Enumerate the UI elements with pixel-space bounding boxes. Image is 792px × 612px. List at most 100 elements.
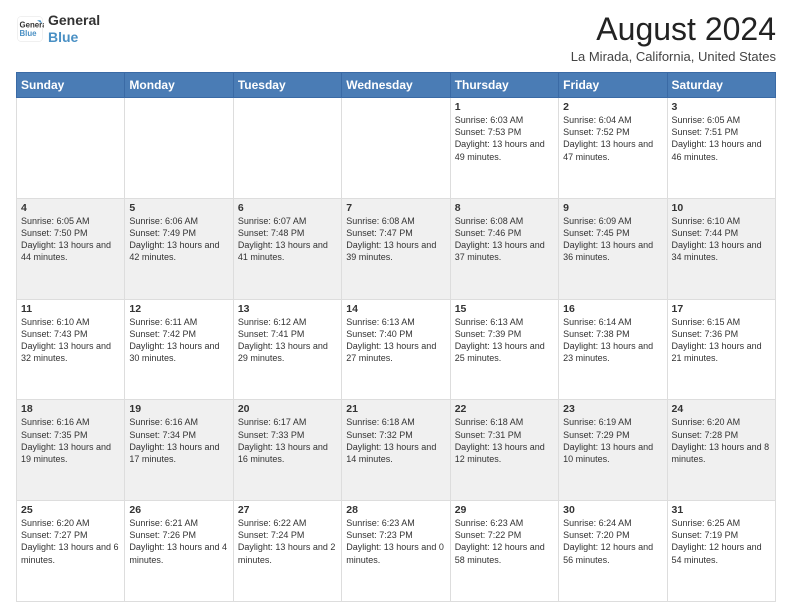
col-header-thursday: Thursday: [450, 73, 558, 98]
sunset-text: Sunset: 7:38 PM: [563, 328, 662, 340]
day-number: 14: [346, 303, 445, 315]
calendar-cell: 24Sunrise: 6:20 AMSunset: 7:28 PMDayligh…: [667, 400, 775, 501]
day-number: 27: [238, 504, 337, 516]
calendar-cell: 12Sunrise: 6:11 AMSunset: 7:42 PMDayligh…: [125, 299, 233, 400]
sunset-text: Sunset: 7:22 PM: [455, 529, 554, 541]
calendar-week-4: 18Sunrise: 6:16 AMSunset: 7:35 PMDayligh…: [17, 400, 776, 501]
daylight-text: Daylight: 13 hours and 8 minutes.: [672, 441, 771, 465]
col-header-friday: Friday: [559, 73, 667, 98]
day-number: 24: [672, 403, 771, 415]
day-detail: Sunrise: 6:17 AMSunset: 7:33 PMDaylight:…: [238, 416, 337, 465]
day-detail: Sunrise: 6:07 AMSunset: 7:48 PMDaylight:…: [238, 215, 337, 264]
header: General Blue General Blue August 2024 La…: [16, 12, 776, 64]
sunrise-text: Sunrise: 6:12 AM: [238, 316, 337, 328]
daylight-text: Daylight: 13 hours and 27 minutes.: [346, 340, 445, 364]
daylight-text: Daylight: 13 hours and 41 minutes.: [238, 239, 337, 263]
calendar-cell: 21Sunrise: 6:18 AMSunset: 7:32 PMDayligh…: [342, 400, 450, 501]
col-header-sunday: Sunday: [17, 73, 125, 98]
calendar-cell: 15Sunrise: 6:13 AMSunset: 7:39 PMDayligh…: [450, 299, 558, 400]
sunrise-text: Sunrise: 6:23 AM: [346, 517, 445, 529]
daylight-text: Daylight: 13 hours and 39 minutes.: [346, 239, 445, 263]
daylight-text: Daylight: 13 hours and 34 minutes.: [672, 239, 771, 263]
day-number: 20: [238, 403, 337, 415]
sunset-text: Sunset: 7:31 PM: [455, 429, 554, 441]
day-number: 29: [455, 504, 554, 516]
sunset-text: Sunset: 7:42 PM: [129, 328, 228, 340]
daylight-text: Daylight: 13 hours and 14 minutes.: [346, 441, 445, 465]
sunrise-text: Sunrise: 6:03 AM: [455, 114, 554, 126]
sunrise-text: Sunrise: 6:09 AM: [563, 215, 662, 227]
calendar-week-1: 1Sunrise: 6:03 AMSunset: 7:53 PMDaylight…: [17, 98, 776, 199]
calendar-cell: [125, 98, 233, 199]
sunrise-text: Sunrise: 6:16 AM: [21, 416, 120, 428]
day-detail: Sunrise: 6:18 AMSunset: 7:32 PMDaylight:…: [346, 416, 445, 465]
day-number: 21: [346, 403, 445, 415]
calendar-cell: 31Sunrise: 6:25 AMSunset: 7:19 PMDayligh…: [667, 501, 775, 602]
sunrise-text: Sunrise: 6:11 AM: [129, 316, 228, 328]
daylight-text: Daylight: 13 hours and 42 minutes.: [129, 239, 228, 263]
sunrise-text: Sunrise: 6:24 AM: [563, 517, 662, 529]
calendar-week-2: 4Sunrise: 6:05 AMSunset: 7:50 PM Daylight…: [17, 198, 776, 299]
daylight-text: Daylight: 13 hours and 17 minutes.: [129, 441, 228, 465]
calendar-cell: 16Sunrise: 6:14 AMSunset: 7:38 PMDayligh…: [559, 299, 667, 400]
day-number: 2: [563, 101, 662, 113]
day-detail: Sunrise: 6:03 AMSunset: 7:53 PMDaylight:…: [455, 114, 554, 163]
sunset-text: Sunset: 7:44 PM: [672, 227, 771, 239]
calendar-cell: 2Sunrise: 6:04 AMSunset: 7:52 PMDaylight…: [559, 98, 667, 199]
page: General Blue General Blue August 2024 La…: [0, 0, 792, 612]
day-detail: Sunrise: 6:21 AMSunset: 7:26 PMDaylight:…: [129, 517, 228, 566]
calendar-cell: 9Sunrise: 6:09 AMSunset: 7:45 PMDaylight…: [559, 198, 667, 299]
daylight-text: Daylight: 13 hours and 10 minutes.: [563, 441, 662, 465]
day-number: 30: [563, 504, 662, 516]
day-detail: Sunrise: 6:20 AMSunset: 7:27 PMDaylight:…: [21, 517, 120, 566]
sunset-text: Sunset: 7:19 PM: [672, 529, 771, 541]
sunrise-text: Sunrise: 6:05 AM: [21, 215, 120, 227]
sunset-text: Sunset: 7:50 PM: [21, 227, 120, 239]
sunset-text: Sunset: 7:35 PM: [21, 429, 120, 441]
title-block: August 2024 La Mirada, California, Unite…: [571, 12, 776, 64]
daylight-text: Daylight: 13 hours and 37 minutes.: [455, 239, 554, 263]
location: La Mirada, California, United States: [571, 49, 776, 64]
calendar-cell: 4Sunrise: 6:05 AMSunset: 7:50 PMDaylight…: [17, 198, 125, 299]
day-detail: Sunrise: 6:05 AMSunset: 7:51 PMDaylight:…: [672, 114, 771, 163]
calendar-cell: 28Sunrise: 6:23 AMSunset: 7:23 PMDayligh…: [342, 501, 450, 602]
daylight-text: Daylight: 13 hours and 32 minutes.: [21, 340, 120, 364]
sunrise-text: Sunrise: 6:04 AM: [563, 114, 662, 126]
sunset-text: Sunset: 7:28 PM: [672, 429, 771, 441]
sunrise-text: Sunrise: 6:07 AM: [238, 215, 337, 227]
sunset-text: Sunset: 7:52 PM: [563, 126, 662, 138]
day-detail: Sunrise: 6:20 AMSunset: 7:28 PMDaylight:…: [672, 416, 771, 465]
calendar-cell: [17, 98, 125, 199]
day-detail: Sunrise: 6:25 AMSunset: 7:19 PMDaylight:…: [672, 517, 771, 566]
sunrise-text: Sunrise: 6:08 AM: [455, 215, 554, 227]
sunset-text: Sunset: 7:47 PM: [346, 227, 445, 239]
day-detail: Sunrise: 6:10 AMSunset: 7:43 PMDaylight:…: [21, 316, 120, 365]
day-number: 3: [672, 101, 771, 113]
sunset-text: Sunset: 7:36 PM: [672, 328, 771, 340]
daylight-text: Daylight: 13 hours and 49 minutes.: [455, 138, 554, 162]
sunset-text: Sunset: 7:27 PM: [21, 529, 120, 541]
sunset-text: Sunset: 7:26 PM: [129, 529, 228, 541]
daylight-text: Daylight: 13 hours and 30 minutes.: [129, 340, 228, 364]
sunrise-text: Sunrise: 6:22 AM: [238, 517, 337, 529]
col-header-monday: Monday: [125, 73, 233, 98]
logo-icon: General Blue: [16, 15, 44, 43]
day-number: 25: [21, 504, 120, 516]
day-number: 22: [455, 403, 554, 415]
daylight-text: Daylight: 12 hours and 58 minutes.: [455, 541, 554, 565]
day-detail: Sunrise: 6:08 AMSunset: 7:46 PMDaylight:…: [455, 215, 554, 264]
sunset-text: Sunset: 7:46 PM: [455, 227, 554, 239]
calendar-cell: 30Sunrise: 6:24 AMSunset: 7:20 PMDayligh…: [559, 501, 667, 602]
day-number: 4: [21, 202, 120, 214]
calendar-cell: 8Sunrise: 6:08 AMSunset: 7:46 PMDaylight…: [450, 198, 558, 299]
calendar-cell: 13Sunrise: 6:12 AMSunset: 7:41 PMDayligh…: [233, 299, 341, 400]
calendar-cell: 6Sunrise: 6:07 AMSunset: 7:48 PMDaylight…: [233, 198, 341, 299]
sunrise-text: Sunrise: 6:13 AM: [455, 316, 554, 328]
sunrise-text: Sunrise: 6:14 AM: [563, 316, 662, 328]
sunset-text: Sunset: 7:45 PM: [563, 227, 662, 239]
sunset-text: Sunset: 7:49 PM: [129, 227, 228, 239]
day-detail: Sunrise: 6:23 AMSunset: 7:22 PMDaylight:…: [455, 517, 554, 566]
day-detail: Sunrise: 6:06 AMSunset: 7:49 PMDaylight:…: [129, 215, 228, 264]
day-number: 15: [455, 303, 554, 315]
daylight-text: Daylight: 12 hours and 54 minutes.: [672, 541, 771, 565]
